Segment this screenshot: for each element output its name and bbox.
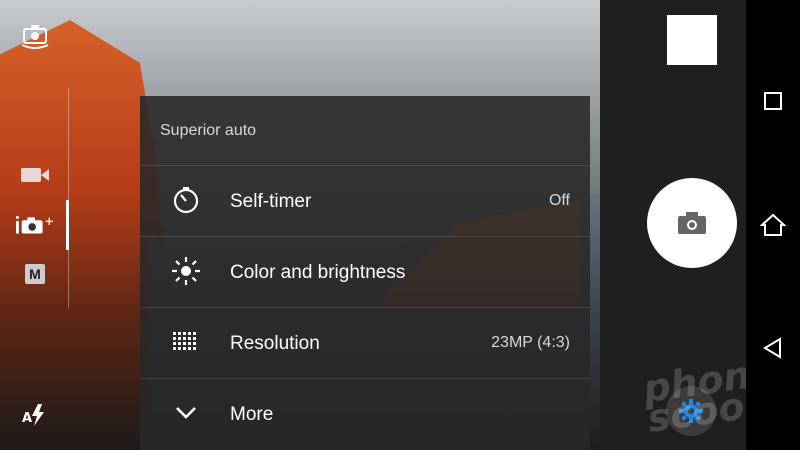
- menu-item-label: Color and brightness: [230, 262, 406, 283]
- last-photo-thumbnail[interactable]: [667, 15, 717, 65]
- auto-flash-icon[interactable]: A: [16, 400, 54, 430]
- brightness-icon: [170, 255, 202, 287]
- switch-camera-icon[interactable]: [16, 20, 54, 50]
- camera-controls-panel: [600, 0, 746, 450]
- back-icon[interactable]: [758, 333, 788, 363]
- manual-mode-label: M: [25, 264, 45, 284]
- svg-text:A: A: [22, 411, 32, 426]
- mode-rail: + M A: [0, 0, 70, 450]
- self-timer-icon: [170, 184, 202, 216]
- chevron-down-icon: [170, 397, 202, 429]
- superior-auto-camera-icon[interactable]: +: [16, 210, 54, 240]
- recents-square-icon[interactable]: [758, 86, 788, 116]
- settings-button[interactable]: [666, 386, 716, 436]
- settings-gear-icon: [679, 399, 703, 423]
- menu-item-value: 23MP (4:3): [491, 334, 570, 351]
- system-nav-bar: [746, 0, 800, 450]
- menu-item-self-timer[interactable]: Self-timer Off: [140, 165, 590, 237]
- menu-item-label: Resolution: [230, 333, 320, 354]
- shutter-button[interactable]: [647, 178, 737, 268]
- active-mode-indicator: [66, 200, 69, 250]
- menu-item-resolution[interactable]: Resolution 23MP (4:3): [140, 307, 590, 379]
- menu-item-value: Off: [548, 192, 570, 209]
- camera-viewfinder[interactable]: + M A Superior auto Self-timer Off Color…: [0, 0, 600, 450]
- home-icon[interactable]: [758, 210, 788, 240]
- svg-text:+: +: [45, 214, 55, 228]
- manual-mode-icon[interactable]: M: [16, 259, 54, 289]
- quick-settings-menu: Superior auto Self-timer Off Color and b…: [140, 96, 590, 450]
- shutter-camera-icon: [678, 212, 706, 234]
- rail-divider: [68, 88, 69, 308]
- menu-item-color-brightness[interactable]: Color and brightness: [140, 236, 590, 308]
- menu-item-label: More: [230, 404, 274, 425]
- menu-item-label: Self-timer: [230, 191, 312, 212]
- video-camera-icon[interactable]: [16, 160, 54, 190]
- resolution-grid-icon: [170, 326, 202, 358]
- menu-item-more[interactable]: More: [140, 378, 590, 450]
- menu-title: Superior auto: [160, 122, 257, 139]
